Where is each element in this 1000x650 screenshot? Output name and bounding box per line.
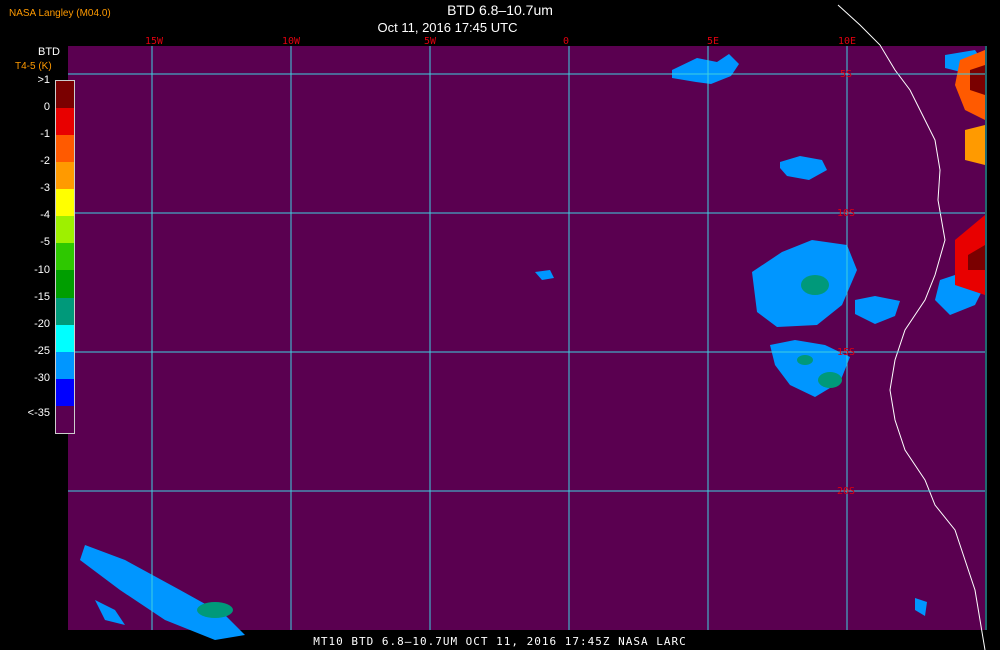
legend-tick-label: -3 (40, 182, 50, 195)
legend-tick-label: <-35 (27, 406, 50, 419)
lon-label: 5E (707, 36, 719, 47)
legend-swatch (56, 270, 74, 298)
legend-title: BTD (38, 46, 60, 58)
legend-swatch (56, 405, 74, 433)
legend-swatch (56, 378, 74, 406)
convective-cell (965, 125, 985, 165)
legend-tick-label: 0 (43, 101, 50, 114)
legend-tick-label: >1 (37, 74, 50, 86)
legend-swatch (56, 108, 74, 136)
lat-label: 5S (840, 69, 852, 80)
legend-tick-label: -5 (40, 236, 50, 249)
legend-swatch (56, 135, 74, 163)
legend-swatch (56, 216, 74, 244)
legend-swatch (56, 297, 74, 325)
legend-tick-label: -15 (34, 290, 50, 303)
legend-swatch (56, 324, 74, 352)
legend-tick-label: -10 (34, 263, 50, 276)
legend-tick-label: -4 (40, 209, 50, 222)
legend-tick-label: -20 (34, 317, 50, 330)
legend-tick-label: -25 (34, 344, 50, 357)
legend-swatch (56, 81, 74, 109)
lon-label: 5W (424, 36, 437, 47)
legend-swatch (56, 243, 74, 271)
legend-tick-label: -1 (40, 128, 50, 141)
lon-label: 15W (145, 36, 164, 47)
lon-label: 10E (838, 36, 856, 47)
longitude-labels: 15W 10W 5W 0 5E 10E (145, 36, 856, 47)
legend-swatch (56, 189, 74, 217)
lon-label: 10W (282, 36, 301, 47)
legend-tick-label: -2 (40, 155, 50, 168)
legend-tick-label: -30 (34, 371, 50, 384)
satellite-map[interactable]: 15W 10W 5W 0 5E 10E 5S 10S 15S 20S (0, 0, 1000, 650)
color-legend (55, 80, 75, 434)
legend-units: T4-5 (K) (15, 61, 52, 72)
lat-label: 15S (837, 347, 855, 358)
lat-label: 20S (837, 486, 855, 497)
legend-swatch (56, 351, 74, 379)
footer-caption: MT10 BTD 6.8–10.7UM OCT 11, 2016 17:45Z … (313, 635, 687, 648)
lon-label: 0 (563, 36, 569, 47)
legend-swatch (56, 162, 74, 190)
convective-cell (970, 65, 985, 95)
lat-label: 10S (837, 208, 855, 219)
